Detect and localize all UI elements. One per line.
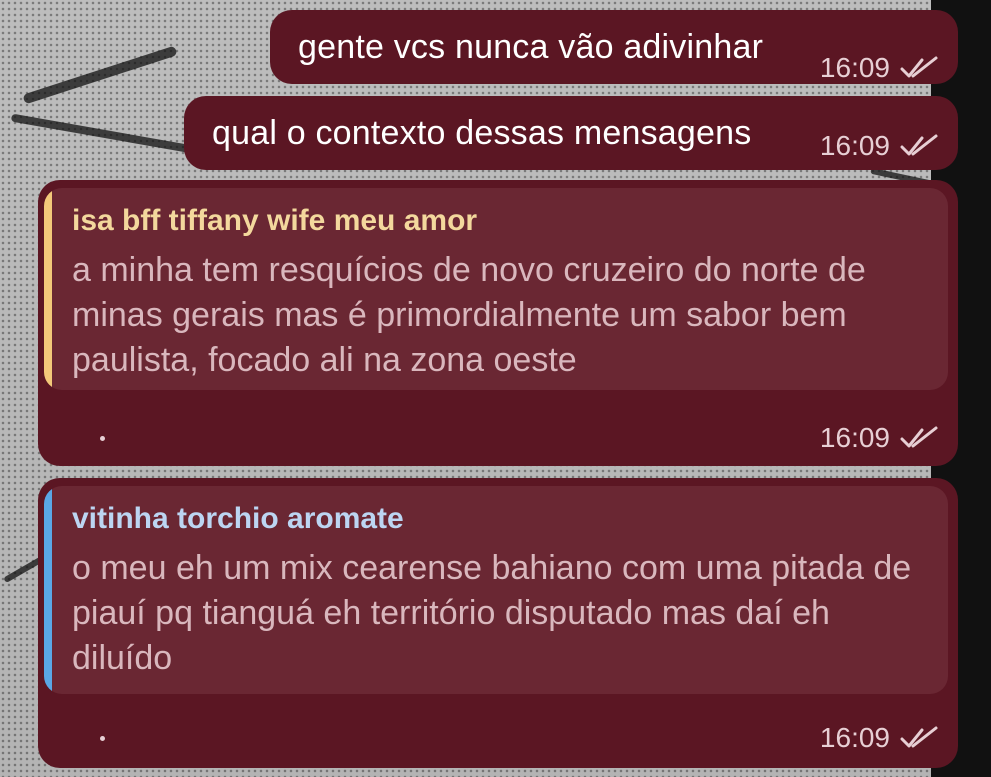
double-check-icon — [900, 134, 938, 156]
message-bubble-outgoing[interactable]: gente vcs nunca vão adivinhar 16:09 — [270, 10, 958, 84]
message-meta: 16:09 — [820, 722, 938, 754]
message-text: qual o contexto dessas mensagens — [212, 114, 752, 152]
message-bubble-outgoing[interactable]: qual o contexto dessas mensagens 16:09 — [184, 96, 958, 170]
double-check-icon — [900, 56, 938, 78]
reply-body: a minha tem resquícios de novo cruzeiro … — [72, 251, 866, 379]
message-meta: 16:09 — [820, 52, 938, 84]
message-time: 16:09 — [819, 422, 890, 453]
message-text — [100, 736, 105, 741]
message-bubble-outgoing-with-reply[interactable]: isa bff tiffany wife meu amor a minha te… — [38, 180, 958, 466]
reply-preview[interactable]: isa bff tiffany wife meu amor a minha te… — [44, 188, 948, 390]
message-text: gente vcs nunca vão adivinhar — [298, 28, 764, 66]
message-time: 16:09 — [819, 130, 890, 161]
message-text — [100, 436, 105, 441]
reply-preview[interactable]: vitinha torchio aromate o meu eh um mix … — [44, 486, 948, 694]
message-bubble-outgoing-with-reply[interactable]: vitinha torchio aromate o meu eh um mix … — [38, 478, 958, 768]
reply-author: vitinha torchio aromate — [72, 502, 404, 535]
reply-accent-bar — [44, 486, 52, 694]
message-meta: 16:09 — [820, 130, 938, 162]
message-time: 16:09 — [819, 52, 890, 83]
message-meta: 16:09 — [820, 422, 938, 454]
reply-accent-bar — [44, 188, 52, 390]
double-check-icon — [900, 726, 938, 748]
background-ink-stroke — [22, 45, 178, 105]
double-check-icon — [900, 426, 938, 448]
reply-author: isa bff tiffany wife meu amor — [72, 204, 478, 237]
background-ink-stroke — [10, 113, 200, 155]
reply-body: o meu eh um mix cearense bahiano com uma… — [72, 549, 912, 677]
message-time: 16:09 — [819, 722, 890, 753]
